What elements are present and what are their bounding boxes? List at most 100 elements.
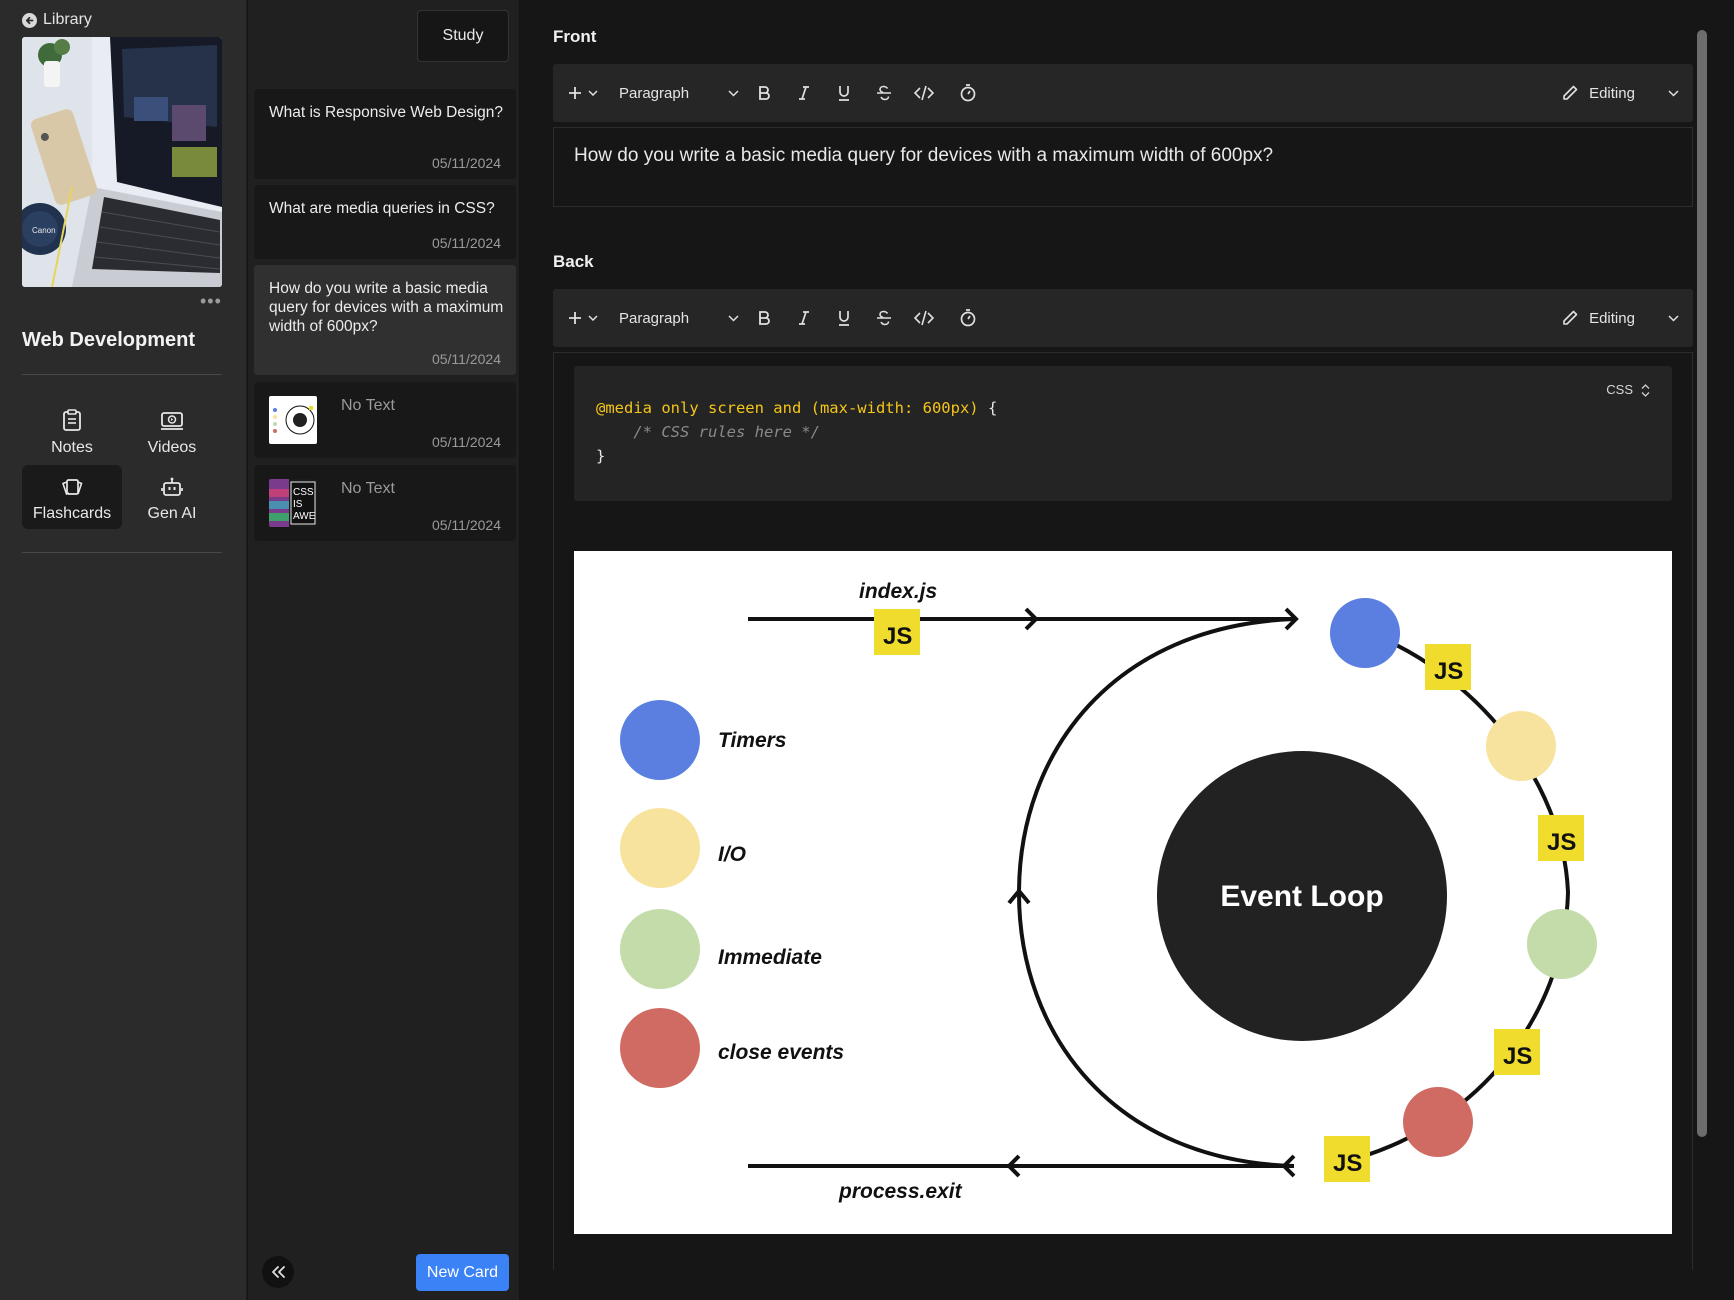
insert-block-button[interactable] [563, 289, 603, 347]
timer-button[interactable] [953, 289, 983, 347]
card-list-item[interactable]: No Text 05/11/2024 [254, 382, 516, 458]
bold-button[interactable] [749, 289, 779, 347]
card-date: 05/11/2024 [431, 351, 501, 367]
editing-mode-select[interactable]: Editing [1553, 64, 1643, 122]
card-question: No Text [341, 480, 395, 497]
toolbar-more-button[interactable] [1661, 289, 1685, 347]
chevron-down-icon [588, 90, 598, 96]
code-language-select[interactable]: CSS [1606, 378, 1650, 402]
study-button[interactable]: Study [417, 10, 509, 62]
thumb-text: IS [293, 499, 303, 510]
code-comment: /* CSS rules here */ [596, 423, 820, 441]
block-type-value: Paragraph [619, 84, 690, 102]
timer-icon [960, 309, 976, 327]
new-card-button[interactable]: New Card [416, 1254, 509, 1291]
chevron-down-icon [588, 315, 598, 321]
editor-scrollbar[interactable] [1697, 30, 1707, 1137]
code-button[interactable] [907, 64, 941, 122]
strikethrough-icon [877, 85, 891, 101]
chevron-down-icon [1667, 89, 1679, 97]
sidebar-divider [22, 552, 222, 553]
diagram-center-label: Event Loop [1220, 880, 1383, 913]
card-date: 05/11/2024 [431, 434, 501, 450]
code-icon [914, 85, 934, 101]
double-chevron-left-icon [272, 1266, 285, 1278]
notes-icon [63, 409, 81, 431]
code-button[interactable] [907, 289, 941, 347]
code-language-value: CSS [1606, 382, 1633, 397]
js-badge-text: JS [883, 623, 912, 650]
card-list-item-active[interactable]: How do you write a basic media query for… [254, 265, 516, 375]
back-arrow-icon [22, 12, 37, 28]
sidebar: Library Canon ••• Web Development Notes … [0, 0, 247, 1300]
deck-more-options-button[interactable]: ••• [200, 292, 222, 310]
back-link-label: Library [43, 11, 92, 28]
code-block[interactable]: CSS @media only screen and (max-width: 6… [574, 366, 1672, 501]
toolbar-more-button[interactable] [1661, 64, 1685, 122]
back-section-label: Back [553, 252, 594, 271]
insert-block-button[interactable] [563, 64, 603, 122]
front-toolbar: Paragraph Editing [553, 64, 1693, 122]
italic-icon [799, 86, 809, 100]
editing-mode-select[interactable]: Editing [1553, 289, 1643, 347]
video-icon [161, 412, 183, 430]
nav-flashcards[interactable]: Flashcards [22, 465, 122, 529]
collapse-panel-button[interactable] [262, 1256, 294, 1288]
up-down-chevron-icon [1641, 383, 1650, 397]
bold-icon [759, 311, 770, 325]
nav-gen-ai[interactable]: Gen AI [122, 465, 222, 529]
thumb-text: AWE [293, 511, 316, 522]
block-type-select[interactable]: Paragraph [619, 289, 739, 347]
chevron-down-icon [728, 89, 739, 97]
front-section-label: Front [553, 27, 597, 46]
plus-icon [569, 87, 581, 99]
block-type-value: Paragraph [619, 309, 690, 327]
legend-label-immediate: Immediate [718, 946, 822, 969]
card-list-item[interactable]: CSS IS AWE No Text 05/11/2024 [254, 465, 516, 541]
card-list-item[interactable]: What is Responsive Web Design? 05/11/202… [254, 89, 516, 179]
robot-icon [161, 477, 183, 496]
card-question: What is Responsive Web Design? [269, 104, 504, 121]
front-content-editor[interactable]: How do you write a basic media query for… [553, 127, 1693, 207]
card-question: What are media queries in CSS? [269, 200, 495, 217]
pencil-icon [1563, 85, 1578, 100]
card-list-item[interactable]: What are media queries in CSS? 05/11/202… [254, 185, 516, 259]
bold-icon [759, 86, 770, 100]
nav-notes[interactable]: Notes [22, 399, 122, 463]
editing-mode-label: Editing [1589, 309, 1635, 327]
nav-flashcards-label: Flashcards [32, 505, 112, 522]
nav-videos-label: Videos [147, 439, 197, 456]
event-loop-thumbnail [269, 396, 317, 444]
legend-label-io: I/O [718, 843, 746, 866]
thumb-text: CSS [293, 487, 314, 498]
back-content-editor[interactable]: CSS @media only screen and (max-width: 6… [553, 352, 1693, 1270]
pencil-icon [1563, 310, 1578, 325]
svg-text:Canon: Canon [32, 226, 56, 235]
code-content: @media only screen and (max-width: 600px… [596, 396, 997, 468]
card-list-panel: Study What is Responsive Web Design? 05/… [248, 0, 520, 1300]
front-text: How do you write a basic media query for… [574, 145, 1274, 166]
underline-button[interactable] [829, 64, 859, 122]
block-type-select[interactable]: Paragraph [619, 64, 739, 122]
nav-notes-label: Notes [51, 439, 93, 456]
italic-button[interactable] [789, 64, 819, 122]
js-badge-text: JS [1333, 1150, 1362, 1177]
timer-icon [960, 84, 976, 102]
back-to-library-link[interactable]: Library [22, 11, 92, 29]
timer-button[interactable] [953, 64, 983, 122]
strikethrough-button[interactable] [869, 64, 899, 122]
nav-videos[interactable]: Videos [122, 399, 222, 463]
code-icon [914, 310, 934, 326]
chevron-down-icon [1667, 314, 1679, 322]
diagram-bottom-label: process.exit [838, 1180, 963, 1203]
deck-cover-image: Canon [22, 37, 222, 287]
card-date: 05/11/2024 [431, 155, 501, 171]
card-date: 05/11/2024 [431, 517, 501, 533]
plus-icon [569, 312, 581, 324]
italic-button[interactable] [789, 289, 819, 347]
bold-button[interactable] [749, 64, 779, 122]
diagram-top-label: index.js [859, 580, 937, 603]
legend-label-close-events: close events [718, 1041, 844, 1064]
strikethrough-button[interactable] [869, 289, 899, 347]
underline-button[interactable] [829, 289, 859, 347]
